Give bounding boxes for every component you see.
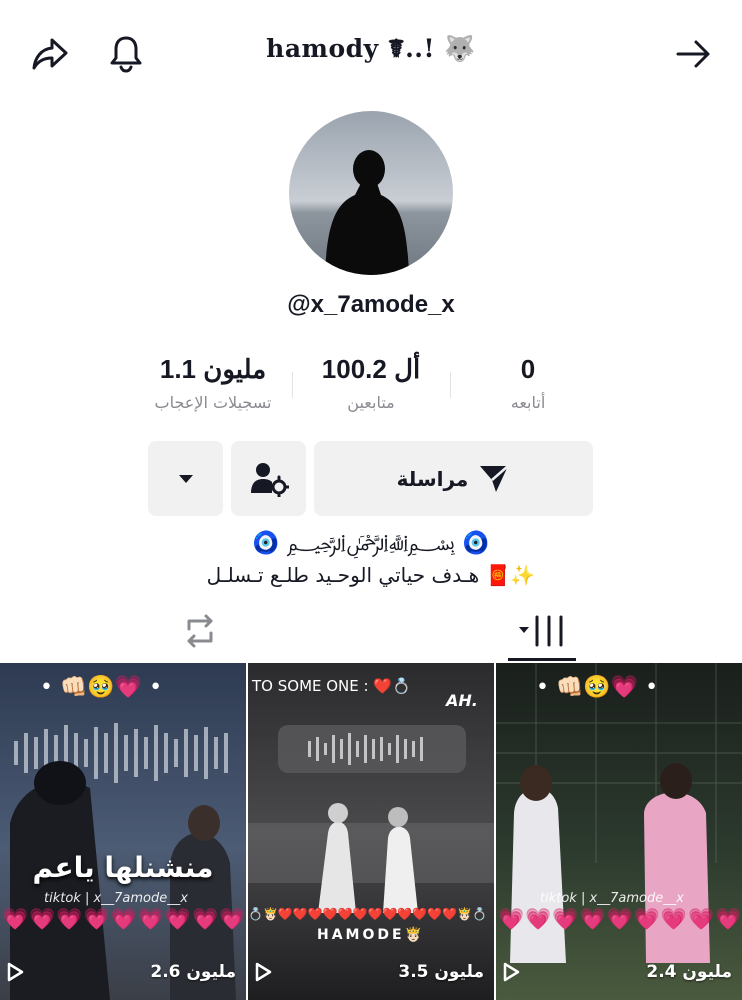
likes-label: تسجيلات الإعجاب: [154, 393, 272, 412]
following-label: أتابعه: [510, 393, 546, 412]
profile-display-name: hamody ☤..! 🐺: [266, 34, 476, 63]
video-thumbnail-3[interactable]: • 👊🏻🥹💗 • tiktok | x__7amode__x 💗💗💗💗💗💗💗💗💗…: [496, 663, 742, 1000]
video-thumbnail-1[interactable]: • 👊🏻🥹💗 • منشنلها ياعم tiktok | x__7amode…: [0, 663, 246, 1000]
video-1-caption: منشنلها ياعم: [32, 851, 214, 884]
video-grid: • 👊🏻🥹💗 • منشنلها ياعم tiktok | x__7amode…: [0, 663, 742, 1000]
followers-stat[interactable]: 100.2 أل متابعين: [300, 352, 442, 420]
send-icon: [480, 464, 510, 492]
video-2-view-count: 3.5 مليون: [398, 962, 484, 982]
tab-reposts[interactable]: [160, 600, 240, 662]
following-count: 0: [520, 354, 536, 384]
play-icon: [503, 962, 520, 982]
video-3-top-emojis: • 👊🏻🥹💗 •: [536, 675, 659, 700]
followers-count: 100.2 أل: [321, 354, 421, 384]
play-icon: [255, 962, 272, 982]
message-button-label: مراسلة: [396, 466, 469, 491]
video-3-view-count: 2.4 مليون: [646, 962, 732, 982]
video-3-watermark: tiktok | x__7amode__x: [540, 891, 684, 906]
likes-stat[interactable]: 1.1 مليون تسجيلات الإعجاب: [133, 352, 293, 420]
video-2-top-text: TO SOME ONE : ❤️💍: [252, 677, 411, 695]
video-3-hearts: 💗💗💗💗💗💗💗💗💗: [498, 907, 742, 931]
video-2-bottom-text: HAMODE🤴🏻: [316, 927, 425, 943]
video-1-watermark: tiktok | x__7amode__x: [44, 891, 188, 906]
stat-divider: [292, 372, 293, 398]
top-bar: hamody ☤..! 🐺: [0, 0, 742, 105]
content-tabs: [0, 600, 742, 662]
likes-count: 1.1 مليون: [159, 354, 267, 384]
bio-line-2: هـدف حياتي الوحـيد طلـع تـسلـل 🧧✨: [206, 563, 536, 587]
video-1-hearts: 💗💗💗💗💗💗💗💗💗: [2, 907, 246, 931]
play-icon: [7, 962, 24, 982]
message-button[interactable]: مراسلة: [314, 441, 593, 516]
video-1-view-count: 2.6 مليون: [150, 962, 236, 982]
active-tab-indicator: [508, 658, 576, 661]
add-friend-button[interactable]: [231, 441, 306, 516]
tab-videos[interactable]: [500, 600, 584, 662]
bio-line-1: 🧿 ﷽ 🧿: [252, 531, 490, 556]
video-thumbnail-2[interactable]: TO SOME ONE : ❤️💍 AH. 💍🤴🏻❤️❤️❤️❤️❤️❤️❤️❤…: [248, 663, 494, 1000]
video-2-views: 3.5 مليون: [254, 960, 484, 984]
video-2-logo: AH.: [446, 691, 478, 710]
dropdown-icon: [178, 474, 193, 483]
followers-label: متابعين: [347, 393, 395, 412]
video-1-top-emojis: • 👊🏻🥹💗 •: [40, 675, 163, 700]
user-settings-icon: [250, 462, 289, 497]
stat-divider: [450, 372, 451, 398]
username: @x_7amode_x: [287, 291, 455, 318]
stats-row: 1.1 مليون تسجيلات الإعجاب 100.2 أل متابع…: [0, 352, 742, 422]
following-stat[interactable]: 0 أتابعه: [468, 352, 588, 420]
video-3-views: 2.4 مليون: [502, 960, 732, 984]
repost-tab-icon: [187, 614, 213, 648]
videos-tab-icon: [519, 615, 563, 647]
video-1-views: 2.6 مليون: [6, 960, 236, 984]
video-2-hearts: 💍🤴🏻❤️❤️❤️❤️❤️❤️❤️❤️❤️❤️❤️❤️🤴🏻💍: [248, 907, 488, 921]
arrow-right-icon[interactable]: [672, 32, 716, 76]
more-dropdown-button[interactable]: [148, 441, 223, 516]
avatar[interactable]: [289, 111, 453, 275]
